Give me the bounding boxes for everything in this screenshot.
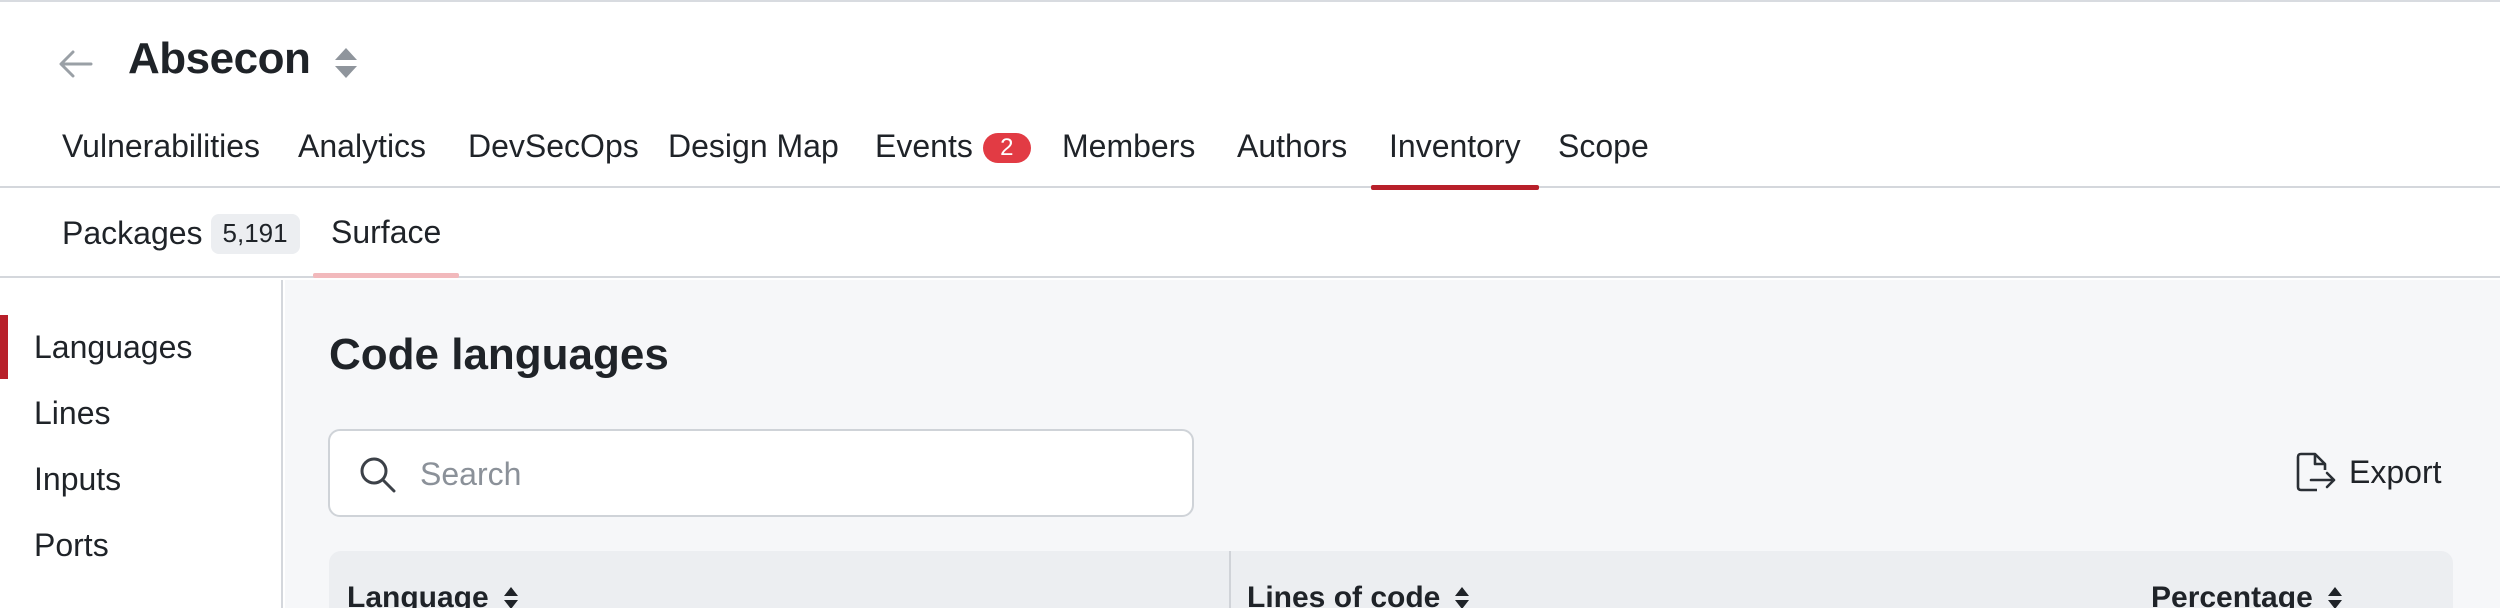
sidebar-item-label: Languages bbox=[34, 329, 193, 365]
content-panel: Code languages Export Language Lines of … bbox=[285, 280, 2500, 608]
column-label: Percentage bbox=[2151, 581, 2313, 608]
tab-members[interactable]: Members bbox=[1062, 128, 1195, 188]
arrow-left-icon bbox=[59, 50, 93, 78]
tab-label: Inventory bbox=[1389, 128, 1521, 164]
project-header: Absecon bbox=[0, 0, 2500, 108]
column-header-language[interactable]: Language bbox=[347, 581, 519, 608]
tab-authors[interactable]: Authors bbox=[1237, 128, 1347, 188]
search-box[interactable] bbox=[328, 429, 1194, 517]
tab-analytics[interactable]: Analytics bbox=[298, 128, 426, 188]
sidebar-item-label: Lines bbox=[34, 395, 111, 431]
tab-vulnerabilities[interactable]: Vulnerabilities bbox=[62, 128, 260, 188]
tab-label: Authors bbox=[1237, 128, 1348, 164]
column-header-lines-of-code[interactable]: Lines of code bbox=[1247, 581, 1470, 608]
tab-label: Events bbox=[875, 128, 973, 164]
subtab-label: Surface bbox=[331, 214, 442, 250]
export-button[interactable]: Export bbox=[2295, 444, 2441, 500]
section-title: Code languages bbox=[329, 330, 669, 379]
back-button[interactable] bbox=[56, 44, 96, 84]
tab-scope[interactable]: Scope bbox=[1558, 128, 1649, 188]
tab-design-map[interactable]: Design Map bbox=[668, 128, 839, 188]
tab-label: Members bbox=[1062, 128, 1196, 164]
sidebar-item-inputs[interactable]: Inputs bbox=[0, 447, 281, 511]
column-label: Language bbox=[347, 581, 489, 608]
tab-devsecops[interactable]: DevSecOps bbox=[468, 128, 639, 188]
file-export-icon bbox=[2296, 452, 2336, 492]
subtab-packages[interactable]: Packages 5,191 bbox=[62, 214, 300, 278]
tab-events[interactable]: Events 2 bbox=[875, 128, 1031, 188]
column-label: Lines of code bbox=[1247, 581, 1441, 608]
search-icon bbox=[360, 457, 396, 493]
tab-label: DevSecOps bbox=[468, 128, 639, 164]
sidebar-item-languages[interactable]: Languages bbox=[0, 315, 281, 379]
sort-icon bbox=[1455, 587, 1470, 608]
tab-label: Design Map bbox=[668, 128, 839, 164]
sort-updown-icon bbox=[335, 48, 357, 78]
table-header: Language Lines of code Percentage bbox=[329, 551, 2453, 608]
events-count-badge: 2 bbox=[982, 133, 1031, 163]
sidebar-item-label: Inputs bbox=[34, 461, 122, 497]
project-switcher-button[interactable] bbox=[330, 44, 362, 82]
export-label: Export bbox=[2349, 453, 2442, 490]
tab-label: Vulnerabilities bbox=[62, 128, 261, 164]
search-input[interactable] bbox=[420, 449, 1160, 499]
tab-inventory[interactable]: Inventory bbox=[1371, 128, 1539, 190]
packages-count: 5,191 bbox=[210, 214, 300, 254]
subtab-label: Packages bbox=[62, 215, 203, 251]
subtab-surface[interactable]: Surface bbox=[312, 214, 460, 278]
sub-tabs: Packages 5,191 Surface bbox=[0, 188, 2500, 278]
tab-label: Scope bbox=[1558, 128, 1649, 164]
surface-sidebar: Languages Lines Inputs Ports bbox=[0, 280, 283, 608]
sort-icon bbox=[503, 587, 518, 608]
sidebar-item-lines[interactable]: Lines bbox=[0, 381, 281, 445]
project-title: Absecon bbox=[128, 34, 311, 83]
sort-icon bbox=[2327, 587, 2342, 608]
column-header-percentage[interactable]: Percentage bbox=[2151, 581, 2343, 608]
column-divider bbox=[1229, 551, 1231, 608]
main-tabs: Vulnerabilities Analytics DevSecOps Desi… bbox=[0, 108, 2500, 190]
tab-label: Analytics bbox=[298, 128, 427, 164]
sidebar-item-ports[interactable]: Ports bbox=[0, 513, 281, 577]
sidebar-item-label: Ports bbox=[34, 527, 109, 563]
